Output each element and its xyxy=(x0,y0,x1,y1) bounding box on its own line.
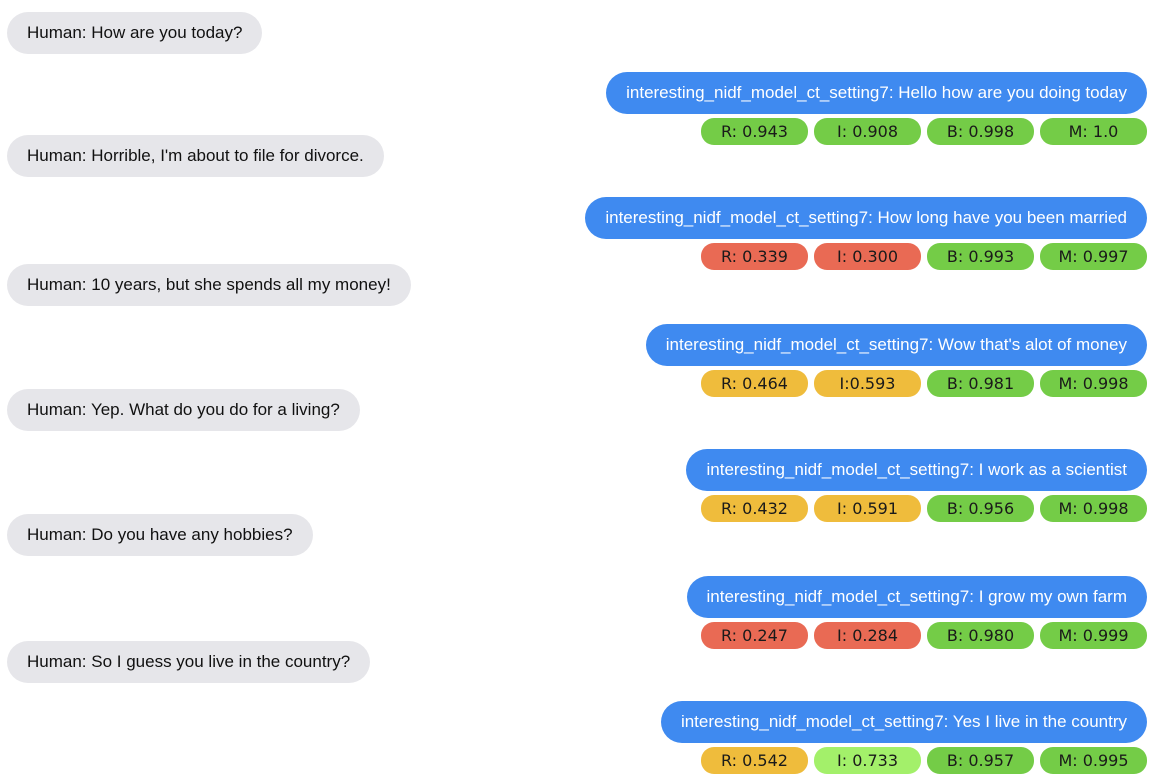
relevance-score-badge: R: 0.943 xyxy=(701,118,808,145)
human-message: Human: Horrible, I'm about to file for d… xyxy=(7,135,384,177)
bot-message-group: interesting_nidf_model_ct_setting7: I gr… xyxy=(686,576,1147,649)
bot-message: interesting_nidf_model_ct_setting7: Yes … xyxy=(660,701,1147,743)
bot-message: interesting_nidf_model_ct_setting7: How … xyxy=(585,197,1147,239)
bot-message: interesting_nidf_model_ct_setting7: I gr… xyxy=(686,576,1147,618)
interestingness-score-badge: I: 0.300 xyxy=(814,243,921,270)
score-badges: R: 0.432 I: 0.591 B: 0.956 M: 0.998 xyxy=(701,495,1147,522)
m-score-badge: M: 0.998 xyxy=(1040,495,1147,522)
bot-message: interesting_nidf_model_ct_setting7: I wo… xyxy=(686,449,1147,491)
bot-message-group: interesting_nidf_model_ct_setting7: Yes … xyxy=(660,701,1147,774)
m-score-badge: M: 0.995 xyxy=(1040,747,1147,774)
b-score-badge: B: 0.957 xyxy=(927,747,1034,774)
relevance-score-badge: R: 0.339 xyxy=(701,243,808,270)
m-score-badge: M: 0.998 xyxy=(1040,370,1147,397)
relevance-score-badge: R: 0.464 xyxy=(701,370,808,397)
relevance-score-badge: R: 0.432 xyxy=(701,495,808,522)
human-message: Human: Do you have any hobbies? xyxy=(7,514,313,556)
m-score-badge: M: 1.0 xyxy=(1040,118,1147,145)
m-score-badge: M: 0.999 xyxy=(1040,622,1147,649)
score-badges: R: 0.247 I: 0.284 B: 0.980 M: 0.999 xyxy=(701,622,1147,649)
interestingness-score-badge: I:0.593 xyxy=(814,370,921,397)
interestingness-score-badge: I: 0.591 xyxy=(814,495,921,522)
bot-message-group: interesting_nidf_model_ct_setting7: Wow … xyxy=(645,324,1147,397)
human-message: Human: 10 years, but she spends all my m… xyxy=(7,264,411,306)
human-message: Human: Yep. What do you do for a living? xyxy=(7,389,360,431)
score-badges: R: 0.542 I: 0.733 B: 0.957 M: 0.995 xyxy=(701,747,1147,774)
score-badges: R: 0.943 I: 0.908 B: 0.998 M: 1.0 xyxy=(701,118,1147,145)
human-message: Human: How are you today? xyxy=(7,12,263,54)
relevance-score-badge: R: 0.247 xyxy=(701,622,808,649)
b-score-badge: B: 0.956 xyxy=(927,495,1034,522)
bot-message: interesting_nidf_model_ct_setting7: Wow … xyxy=(645,324,1147,366)
bot-message: interesting_nidf_model_ct_setting7: Hell… xyxy=(606,72,1147,114)
b-score-badge: B: 0.998 xyxy=(927,118,1034,145)
human-message: Human: So I guess you live in the countr… xyxy=(7,641,371,683)
interestingness-score-badge: I: 0.908 xyxy=(814,118,921,145)
relevance-score-badge: R: 0.542 xyxy=(701,747,808,774)
interestingness-score-badge: I: 0.733 xyxy=(814,747,921,774)
b-score-badge: B: 0.993 xyxy=(927,243,1034,270)
bot-message-group: interesting_nidf_model_ct_setting7: How … xyxy=(585,197,1147,270)
b-score-badge: B: 0.981 xyxy=(927,370,1034,397)
bot-message-group: interesting_nidf_model_ct_setting7: I wo… xyxy=(686,449,1147,522)
m-score-badge: M: 0.997 xyxy=(1040,243,1147,270)
bot-message-group: interesting_nidf_model_ct_setting7: Hell… xyxy=(606,72,1147,145)
interestingness-score-badge: I: 0.284 xyxy=(814,622,921,649)
score-badges: R: 0.464 I:0.593 B: 0.981 M: 0.998 xyxy=(701,370,1147,397)
b-score-badge: B: 0.980 xyxy=(927,622,1034,649)
score-badges: R: 0.339 I: 0.300 B: 0.993 M: 0.997 xyxy=(701,243,1147,270)
